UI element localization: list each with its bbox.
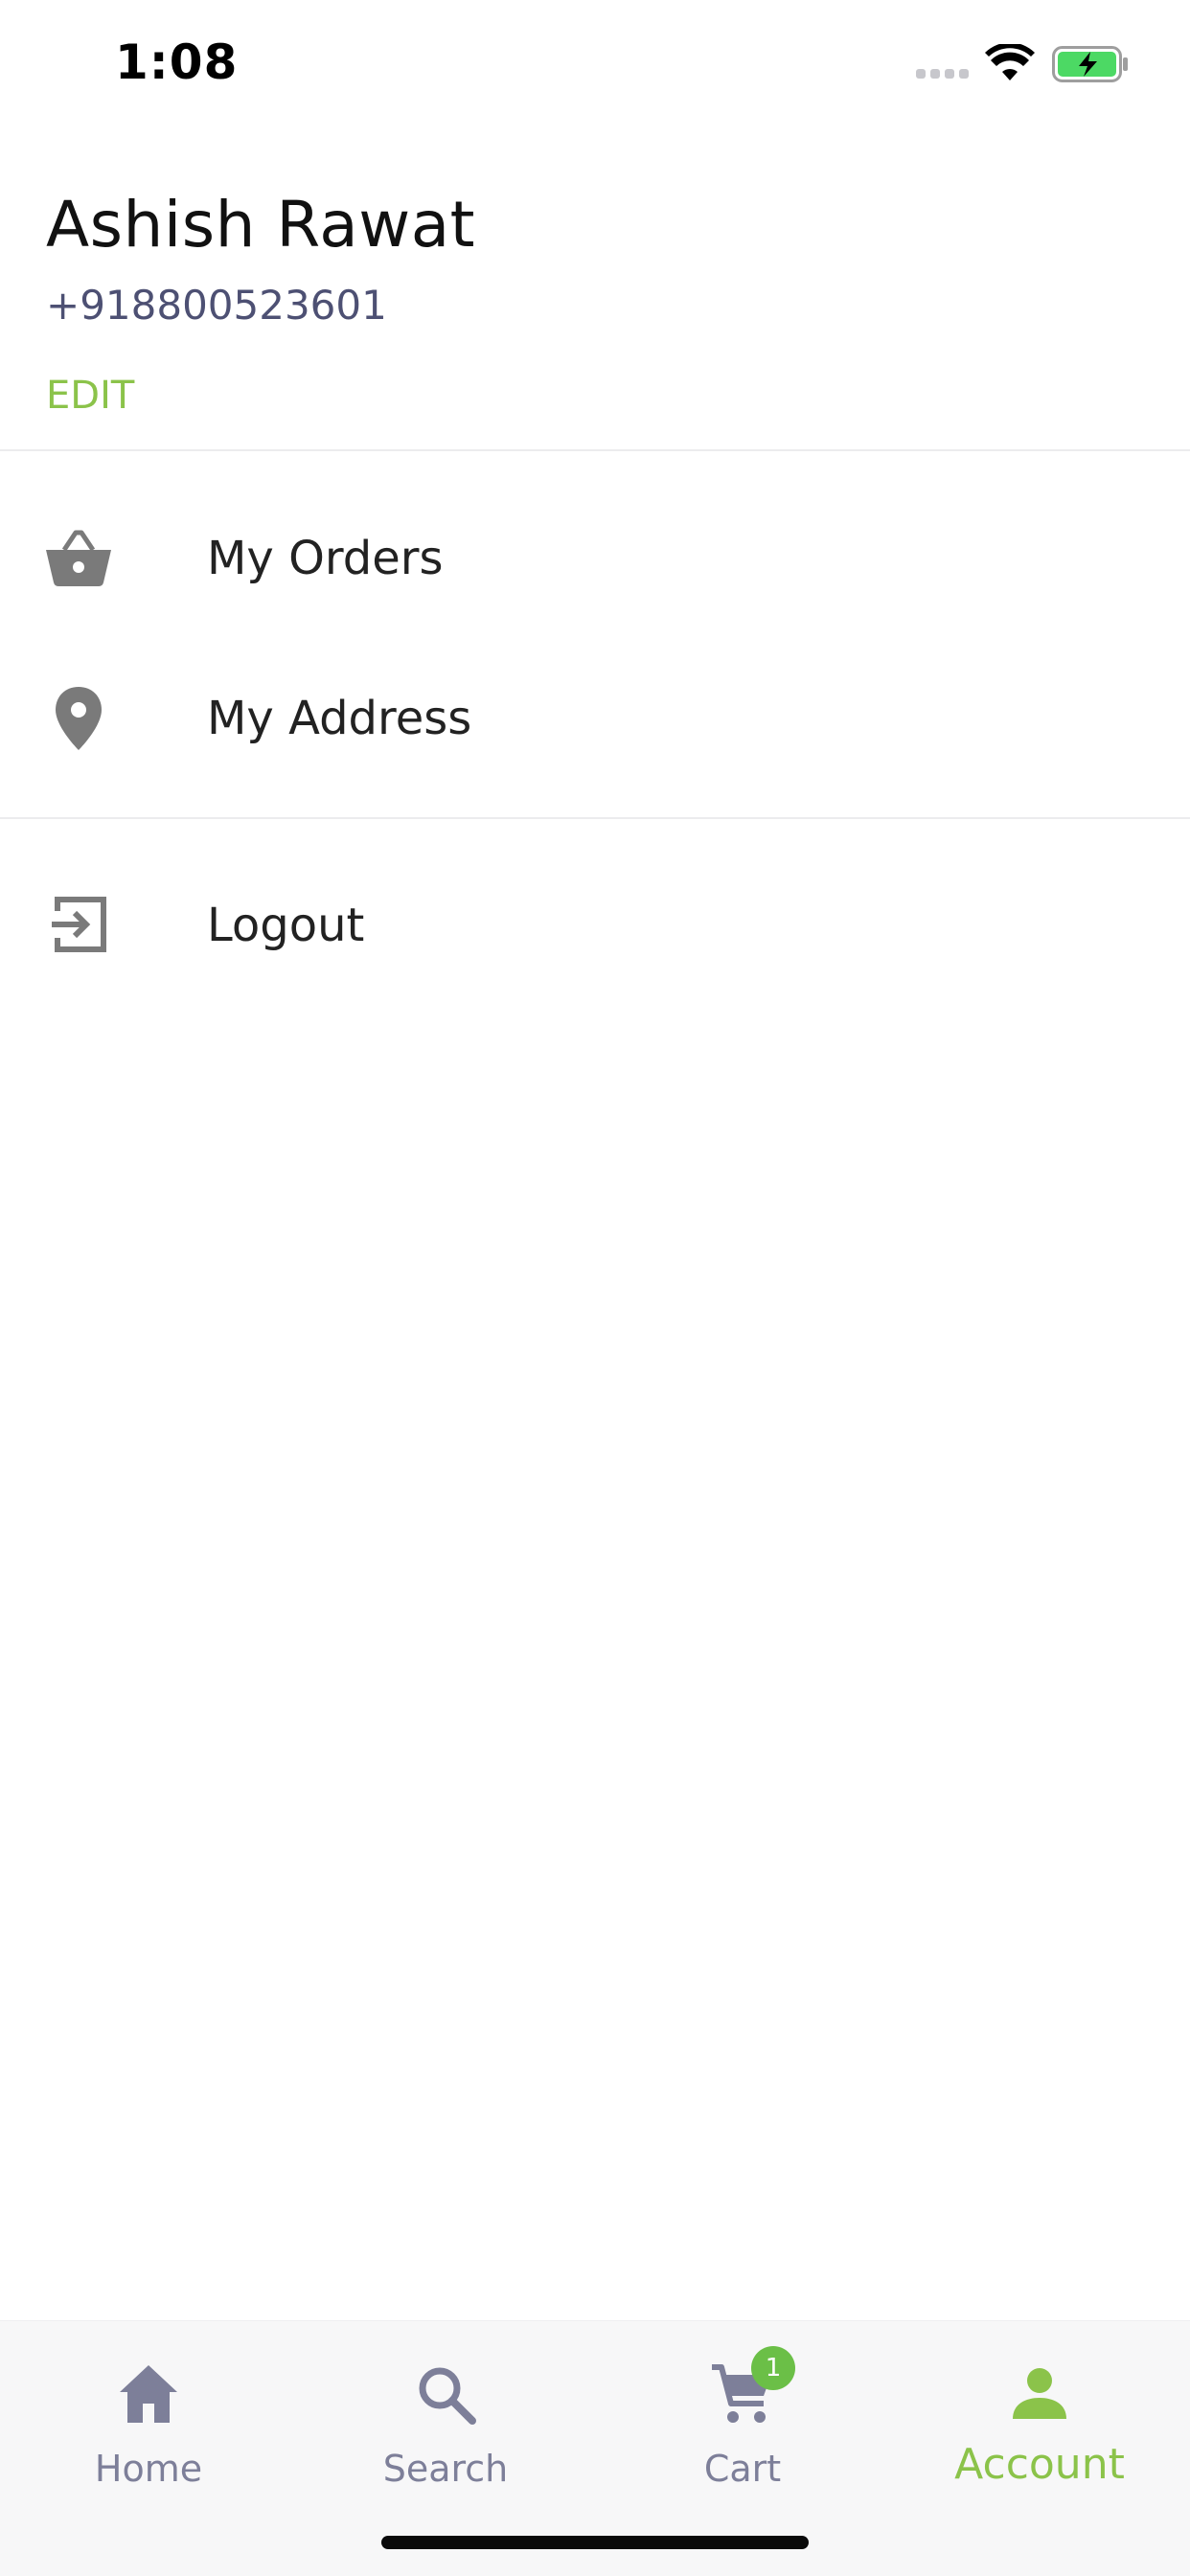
divider [0,817,1190,819]
menu-item-label: My Address [207,692,472,745]
nav-item-home[interactable]: Home [0,2321,297,2513]
nav-item-search[interactable]: Search [297,2321,594,2513]
home-indicator [381,2536,809,2549]
status-time: 1:08 [115,34,239,90]
logout-button[interactable]: Logout [0,851,1190,994]
edit-profile-button[interactable]: EDIT [46,374,134,418]
basket-icon [46,530,111,586]
logout-icon [52,897,106,952]
nav-item-account[interactable]: Account [891,2321,1188,2513]
cart-badge: 1 [751,2346,795,2390]
home-icon [120,2365,177,2423]
nav-label: Home [94,2448,203,2490]
wifi-icon [985,44,1035,80]
nav-item-cart[interactable]: 1 Cart [594,2321,891,2513]
battery-charging-icon [1052,46,1128,82]
signal-icon [916,69,970,82]
menu-item-label: My Orders [207,532,444,585]
logout-label: Logout [207,899,365,952]
profile-phone: +918800523601 [46,282,387,329]
search-icon [419,2367,476,2425]
divider [0,449,1190,451]
nav-label: Account [954,2440,1125,2489]
menu-item-my-orders[interactable]: My Orders [0,484,1190,627]
menu-item-my-address[interactable]: My Address [0,644,1190,787]
status-bar: 1:08 [0,0,1190,134]
profile-name: Ashish Rawat [46,188,476,262]
location-pin-icon [56,687,102,750]
account-icon [1013,2368,1066,2419]
nav-label: Search [382,2448,509,2490]
nav-label: Cart [703,2448,782,2490]
